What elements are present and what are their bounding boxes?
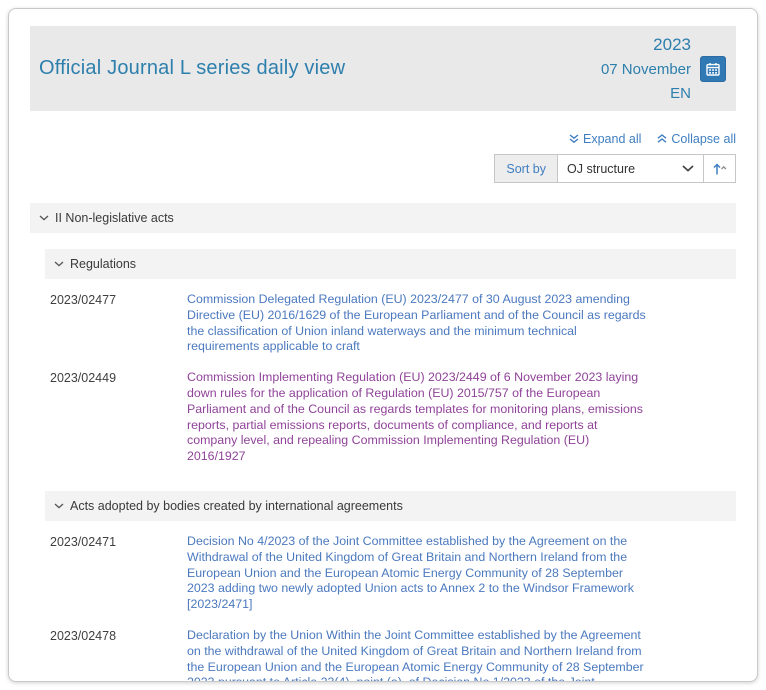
chevron-down-icon [54, 261, 64, 267]
page-header: Official Journal L series daily view 202… [30, 26, 736, 111]
chevron-down-icon [39, 215, 49, 221]
double-chevron-up-icon [657, 134, 667, 144]
collapse-all-label: Collapse all [671, 132, 736, 146]
entry-number: 2023/02449 [30, 370, 187, 465]
entry-title-link[interactable]: Commission Implementing Regulation (EU) … [187, 370, 646, 465]
subsection: Regulations 2023/02477 Commission Delega… [30, 249, 736, 465]
section-label: II Non-legislative acts [55, 211, 174, 225]
subsection: Acts adopted by bodies created by intern… [30, 491, 736, 682]
entry-title-link[interactable]: Commission Delegated Regulation (EU) 202… [187, 292, 646, 355]
journal-entry-row: 2023/02449 Commission Implementing Regul… [30, 370, 736, 465]
selected-day-month: 07 November [601, 58, 691, 81]
sections-list: II Non-legislative acts Regulations 2023… [30, 203, 736, 682]
subsection-header[interactable]: Regulations [45, 249, 736, 279]
entry-title-link[interactable]: Declaration by the Union Within the Join… [187, 628, 646, 682]
journal-entry-row: 2023/02478 Declaration by the Union With… [30, 628, 736, 682]
entry-number: 2023/02471 [30, 534, 187, 613]
subsection-label: Acts adopted by bodies created by intern… [70, 499, 403, 513]
journal-entry-row: 2023/02477 Commission Delegated Regulati… [30, 292, 736, 355]
selected-date: 2023 07 November EN [601, 32, 691, 105]
sort-by-label: Sort by [495, 155, 558, 182]
expand-all-button[interactable]: Expand all [569, 132, 641, 146]
calendar-button[interactable] [700, 56, 726, 82]
page-title: Official Journal L series daily view [39, 57, 345, 80]
sort-selected-option: OJ structure [567, 162, 635, 176]
sort-control: Sort by OJ structure [494, 154, 736, 183]
subsection-header[interactable]: Acts adopted by bodies created by intern… [45, 491, 736, 521]
subsection-label: Regulations [70, 257, 136, 271]
collapse-all-button[interactable]: Collapse all [657, 132, 736, 146]
section-header[interactable]: II Non-legislative acts [30, 203, 736, 233]
chevron-down-icon [682, 165, 694, 172]
sort-option-select[interactable]: OJ structure [558, 155, 704, 182]
chevron-down-icon [54, 503, 64, 509]
entry-number: 2023/02478 [30, 628, 187, 682]
section: II Non-legislative acts Regulations 2023… [30, 203, 736, 682]
expand-all-label: Expand all [583, 132, 641, 146]
date-selector: 2023 07 November EN [601, 32, 726, 105]
oj-daily-view-card: Official Journal L series daily view 202… [8, 8, 758, 682]
journal-entry-row: 2023/02471 Decision No 4/2023 of the Joi… [30, 534, 736, 613]
calendar-icon [706, 62, 720, 76]
language-label: EN [601, 82, 691, 105]
sort-ascending-icon [713, 162, 727, 176]
selected-year: 2023 [601, 32, 691, 58]
entry-title-link[interactable]: Decision No 4/2023 of the Joint Committe… [187, 534, 646, 613]
entry-number: 2023/02477 [30, 292, 187, 355]
sort-direction-button[interactable] [704, 155, 735, 182]
double-chevron-down-icon [569, 134, 579, 144]
list-controls: Expand all Collapse all Sort by OJ struc… [30, 132, 736, 183]
